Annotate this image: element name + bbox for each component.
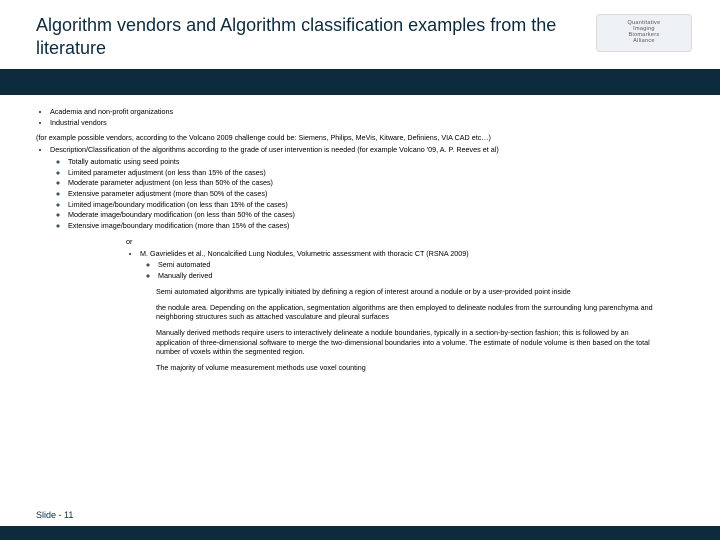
slide-title: Algorithm vendors and Algorithm classifi…: [36, 14, 596, 59]
logo-line-4: Alliance: [633, 39, 655, 45]
or-block: or M. Gavrielides et al., Noncalcified L…: [36, 237, 684, 281]
gavrielides-text: M. Gavrielides et al., Noncalcified Lung…: [140, 249, 469, 258]
bullet-classification-text: Description/Classification of the algori…: [50, 145, 499, 154]
para-manual: Manually derived methods require users t…: [156, 328, 664, 357]
sub-semi-automated: Semi automated: [158, 260, 684, 270]
footer: [0, 526, 720, 540]
sub-manually-derived: Manually derived: [158, 271, 684, 281]
para-semi-2: the nodule area. Depending on the applic…: [156, 303, 664, 322]
sub-moderate-param: Moderate parameter adjustment (on less t…: [68, 178, 684, 188]
para-semi-1: Semi automated algorithms are typically …: [156, 287, 664, 297]
gavrielides-list: M. Gavrielides et al., Noncalcified Lung…: [126, 249, 684, 281]
accent-bar-bottom: [0, 526, 720, 540]
title-row: Algorithm vendors and Algorithm classifi…: [0, 0, 720, 65]
qiba-logo: Quantitative Imaging Biomarkers Alliance: [596, 14, 692, 52]
top-bullet-list: Academia and non-profit organizations In…: [36, 107, 684, 127]
sub-limited-param: Limited parameter adjustment (on less th…: [68, 168, 684, 178]
or-label: or: [126, 237, 684, 247]
volcano-sublist: Totally automatic using seed points Limi…: [50, 157, 684, 231]
sub-limited-boundary: Limited image/boundary modification (on …: [68, 200, 684, 210]
sub-extensive-boundary: Extensive image/boundary modification (m…: [68, 221, 684, 231]
sub-auto-seed: Totally automatic using seed points: [68, 157, 684, 167]
sub-extensive-param: Extensive parameter adjustment (more tha…: [68, 189, 684, 199]
classification-list: Description/Classification of the algori…: [36, 145, 684, 231]
sub-moderate-boundary: Moderate image/boundary modification (on…: [68, 210, 684, 220]
accent-bar-top: [0, 69, 720, 95]
bullet-gavrielides: M. Gavrielides et al., Noncalcified Lung…: [140, 249, 684, 281]
gavrielides-sublist: Semi automated Manually derived: [140, 260, 684, 280]
explanatory-paragraphs: Semi automated algorithms are typically …: [36, 287, 684, 373]
slide-body: Academia and non-profit organizations In…: [0, 107, 720, 373]
slide: Algorithm vendors and Algorithm classifi…: [0, 0, 720, 540]
bullet-industrial: Industrial vendors: [50, 118, 684, 128]
para-voxel: The majority of volume measurement metho…: [156, 363, 664, 373]
bullet-classification: Description/Classification of the algori…: [50, 145, 684, 231]
vendors-note: (for example possible vendors, according…: [36, 133, 684, 143]
bullet-academia: Academia and non-profit organizations: [50, 107, 684, 117]
slide-number: Slide - 11: [36, 510, 73, 520]
